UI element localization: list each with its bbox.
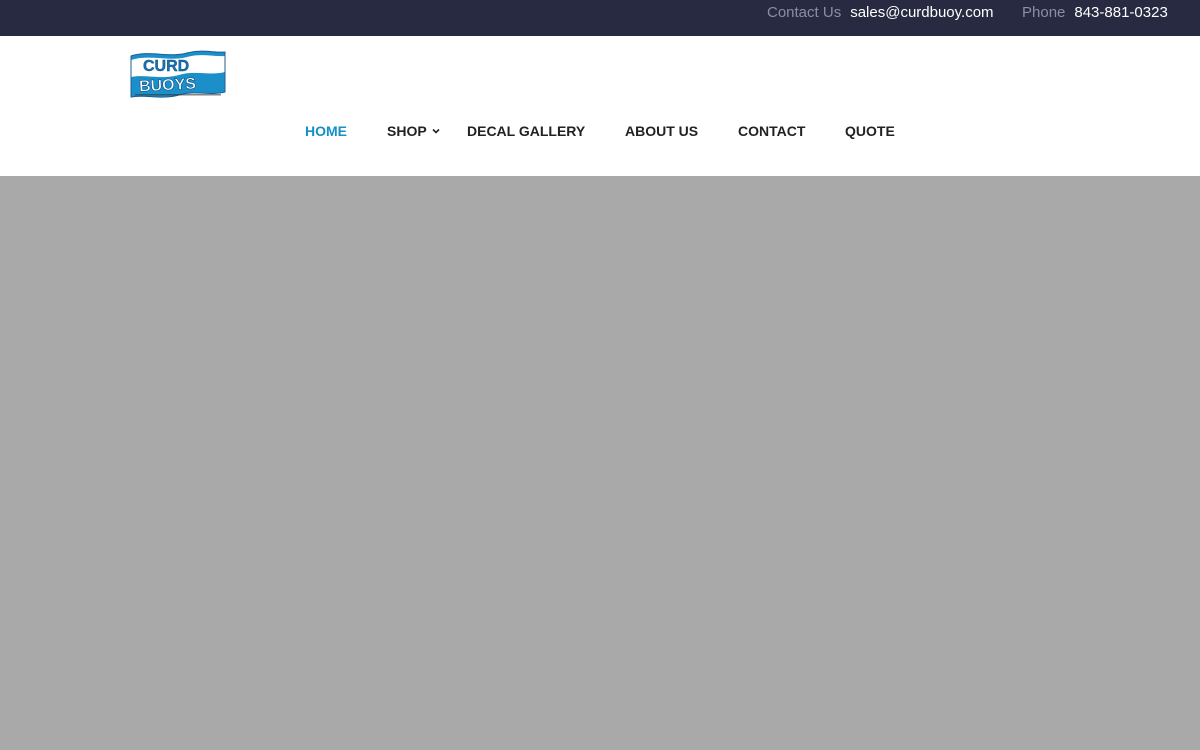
logo-flag-icon: CURD BUOYS	[130, 50, 226, 98]
svg-text:CURD: CURD	[143, 58, 189, 75]
curd-buoys-logo[interactable]: CURD BUOYS	[129, 50, 227, 100]
contact-us-label: Contact Us	[767, 4, 842, 21]
nav-about-us[interactable]: ABOUT US	[625, 122, 698, 142]
nav-shop[interactable]: SHOP	[387, 122, 440, 142]
site-header: CURD BUOYS HOME SHOP DECAL GALLERY ABOUT…	[0, 36, 1200, 176]
main-navigation: HOME SHOP DECAL GALLERY ABOUT US CONTACT…	[0, 122, 1200, 142]
nav-shop-label: SHOP	[387, 123, 427, 139]
contact-phone-group: Phone 843-881-0323	[1022, 0, 1168, 26]
hero-banner-placeholder	[0, 176, 1200, 750]
nav-home[interactable]: HOME	[305, 122, 347, 142]
nav-decal-gallery[interactable]: DECAL GALLERY	[467, 122, 585, 142]
contact-email-group: Contact Us sales@curdbuoy.com	[767, 0, 994, 26]
top-contact-bar: Contact Us sales@curdbuoy.com Phone 843-88…	[0, 0, 1200, 36]
nav-quote[interactable]: QUOTE	[845, 122, 895, 142]
chevron-down-icon	[432, 128, 440, 134]
phone-link[interactable]: 843-881-0323	[1074, 4, 1167, 21]
email-link[interactable]: sales@curdbuoy.com	[850, 4, 993, 21]
nav-contact[interactable]: CONTACT	[738, 122, 805, 142]
svg-text:BUOYS: BUOYS	[139, 76, 197, 96]
phone-label: Phone	[1022, 4, 1066, 21]
